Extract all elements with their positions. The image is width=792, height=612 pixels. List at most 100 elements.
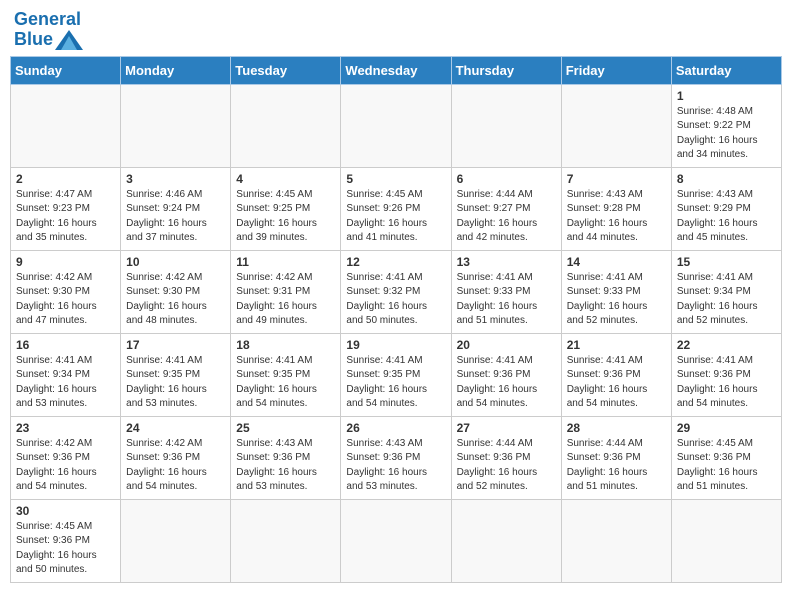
calendar-day-cell: 7 Sunrise: 4:43 AM Sunset: 9:28 PM Daylig… [561,167,671,250]
logo: General Blue [14,10,83,50]
calendar-day-cell: 10Sunrise: 4:42 AM Sunset: 9:30 PM Dayli… [121,250,231,333]
day-info: Sunrise: 4:41 AM Sunset: 9:35 PM Dayligh… [126,354,225,412]
calendar-day-cell [341,84,451,167]
day-number: 13 [457,255,556,269]
calendar-table: SundayMondayTuesdayWednesdayThursdayFrid… [10,56,782,583]
logo-text: General [14,10,83,30]
calendar-day-cell [121,84,231,167]
day-number: 14 [567,255,666,269]
day-number: 11 [236,255,335,269]
calendar-day-cell: 11Sunrise: 4:42 AM Sunset: 9:31 PM Dayli… [231,250,341,333]
day-number: 12 [346,255,445,269]
day-info: Sunrise: 4:45 AM Sunset: 9:26 PM Dayligh… [346,188,445,246]
day-number: 28 [567,421,666,435]
calendar-day-cell: 12 Sunrise: 4:41 AM Sunset: 9:32 PM Dayli… [341,250,451,333]
calendar-day-cell [451,84,561,167]
day-info: Sunrise: 4:41 AM Sunset: 9:35 PM Dayligh… [236,354,335,412]
day-info: Sunrise: 4:42 AM Sunset: 9:30 PM Dayligh… [16,271,115,329]
calendar-day-cell: 21Sunrise: 4:41 AM Sunset: 9:36 PM Dayli… [561,333,671,416]
day-number: 6 [457,172,556,186]
weekday-header: Monday [121,56,231,84]
day-info: Sunrise: 4:44 AM Sunset: 9:27 PM Dayligh… [457,188,556,246]
day-number: 22 [677,338,776,352]
calendar-day-cell [561,499,671,582]
day-info: Sunrise: 4:42 AM Sunset: 9:36 PM Dayligh… [16,437,115,495]
day-number: 9 [16,255,115,269]
weekday-header: Friday [561,56,671,84]
day-info: Sunrise: 4:43 AM Sunset: 9:36 PM Dayligh… [346,437,445,495]
day-number: 8 [677,172,776,186]
calendar-day-cell: 1Sunrise: 4:48 AM Sunset: 9:22 PM Daylig… [671,84,781,167]
calendar-day-cell [231,84,341,167]
day-info: Sunrise: 4:41 AM Sunset: 9:33 PM Dayligh… [457,271,556,329]
calendar-day-cell: 23Sunrise: 4:42 AM Sunset: 9:36 PM Dayli… [11,416,121,499]
weekday-header: Sunday [11,56,121,84]
calendar-day-cell: 2Sunrise: 4:47 AM Sunset: 9:23 PM Daylig… [11,167,121,250]
day-info: Sunrise: 4:44 AM Sunset: 9:36 PM Dayligh… [567,437,666,495]
day-info: Sunrise: 4:41 AM Sunset: 9:36 PM Dayligh… [457,354,556,412]
logo-blue: Blue [14,30,53,50]
calendar-week-row: 30 Sunrise: 4:45 AM Sunset: 9:36 PM Dayli… [11,499,782,582]
day-info: Sunrise: 4:41 AM Sunset: 9:33 PM Dayligh… [567,271,666,329]
day-info: Sunrise: 4:41 AM Sunset: 9:34 PM Dayligh… [16,354,115,412]
calendar-week-row: 1Sunrise: 4:48 AM Sunset: 9:22 PM Daylig… [11,84,782,167]
day-number: 3 [126,172,225,186]
calendar-day-cell: 28 Sunrise: 4:44 AM Sunset: 9:36 PM Dayli… [561,416,671,499]
day-info: Sunrise: 4:41 AM Sunset: 9:36 PM Dayligh… [677,354,776,412]
day-number: 18 [236,338,335,352]
day-info: Sunrise: 4:46 AM Sunset: 9:24 PM Dayligh… [126,188,225,246]
calendar-week-row: 16 Sunrise: 4:41 AM Sunset: 9:34 PM Dayli… [11,333,782,416]
weekday-header: Tuesday [231,56,341,84]
day-number: 30 [16,504,115,518]
day-number: 29 [677,421,776,435]
calendar-day-cell: 5Sunrise: 4:45 AM Sunset: 9:26 PM Daylig… [341,167,451,250]
day-number: 7 [567,172,666,186]
weekday-header: Saturday [671,56,781,84]
day-number: 10 [126,255,225,269]
calendar-day-cell: 26 Sunrise: 4:43 AM Sunset: 9:36 PM Dayli… [341,416,451,499]
calendar-day-cell: 15 Sunrise: 4:41 AM Sunset: 9:34 PM Dayli… [671,250,781,333]
calendar-day-cell [11,84,121,167]
day-info: Sunrise: 4:42 AM Sunset: 9:36 PM Dayligh… [126,437,225,495]
weekday-header: Thursday [451,56,561,84]
day-info: Sunrise: 4:43 AM Sunset: 9:29 PM Dayligh… [677,188,776,246]
day-info: Sunrise: 4:45 AM Sunset: 9:25 PM Dayligh… [236,188,335,246]
day-info: Sunrise: 4:43 AM Sunset: 9:36 PM Dayligh… [236,437,335,495]
day-info: Sunrise: 4:45 AM Sunset: 9:36 PM Dayligh… [677,437,776,495]
calendar-day-cell: 6 Sunrise: 4:44 AM Sunset: 9:27 PM Daylig… [451,167,561,250]
calendar-day-cell: 9 Sunrise: 4:42 AM Sunset: 9:30 PM Daylig… [11,250,121,333]
day-number: 15 [677,255,776,269]
calendar-week-row: 9 Sunrise: 4:42 AM Sunset: 9:30 PM Daylig… [11,250,782,333]
day-number: 19 [346,338,445,352]
calendar-day-cell: 13 Sunrise: 4:41 AM Sunset: 9:33 PM Dayli… [451,250,561,333]
calendar-day-cell: 19Sunrise: 4:41 AM Sunset: 9:35 PM Dayli… [341,333,451,416]
day-number: 17 [126,338,225,352]
day-info: Sunrise: 4:41 AM Sunset: 9:34 PM Dayligh… [677,271,776,329]
calendar-day-cell: 30 Sunrise: 4:45 AM Sunset: 9:36 PM Dayli… [11,499,121,582]
day-info: Sunrise: 4:43 AM Sunset: 9:28 PM Dayligh… [567,188,666,246]
calendar-day-cell [451,499,561,582]
calendar-day-cell: 17 Sunrise: 4:41 AM Sunset: 9:35 PM Dayli… [121,333,231,416]
day-number: 25 [236,421,335,435]
page-header: General Blue [10,10,782,50]
calendar-day-cell: 25 Sunrise: 4:43 AM Sunset: 9:36 PM Dayli… [231,416,341,499]
calendar-day-cell: 24Sunrise: 4:42 AM Sunset: 9:36 PM Dayli… [121,416,231,499]
calendar-day-cell: 16 Sunrise: 4:41 AM Sunset: 9:34 PM Dayli… [11,333,121,416]
calendar-week-row: 2Sunrise: 4:47 AM Sunset: 9:23 PM Daylig… [11,167,782,250]
day-number: 2 [16,172,115,186]
day-info: Sunrise: 4:41 AM Sunset: 9:32 PM Dayligh… [346,271,445,329]
calendar-day-cell: 29 Sunrise: 4:45 AM Sunset: 9:36 PM Dayli… [671,416,781,499]
logo-icon [55,30,83,50]
day-number: 1 [677,89,776,103]
day-number: 26 [346,421,445,435]
calendar-day-cell [121,499,231,582]
logo-general: General [14,9,81,29]
day-number: 4 [236,172,335,186]
calendar-week-row: 23Sunrise: 4:42 AM Sunset: 9:36 PM Dayli… [11,416,782,499]
weekday-header: Wednesday [341,56,451,84]
day-info: Sunrise: 4:45 AM Sunset: 9:36 PM Dayligh… [16,520,115,578]
calendar-day-cell [561,84,671,167]
calendar-day-cell: 14 Sunrise: 4:41 AM Sunset: 9:33 PM Dayli… [561,250,671,333]
day-number: 16 [16,338,115,352]
calendar-day-cell: 3 Sunrise: 4:46 AM Sunset: 9:24 PM Daylig… [121,167,231,250]
